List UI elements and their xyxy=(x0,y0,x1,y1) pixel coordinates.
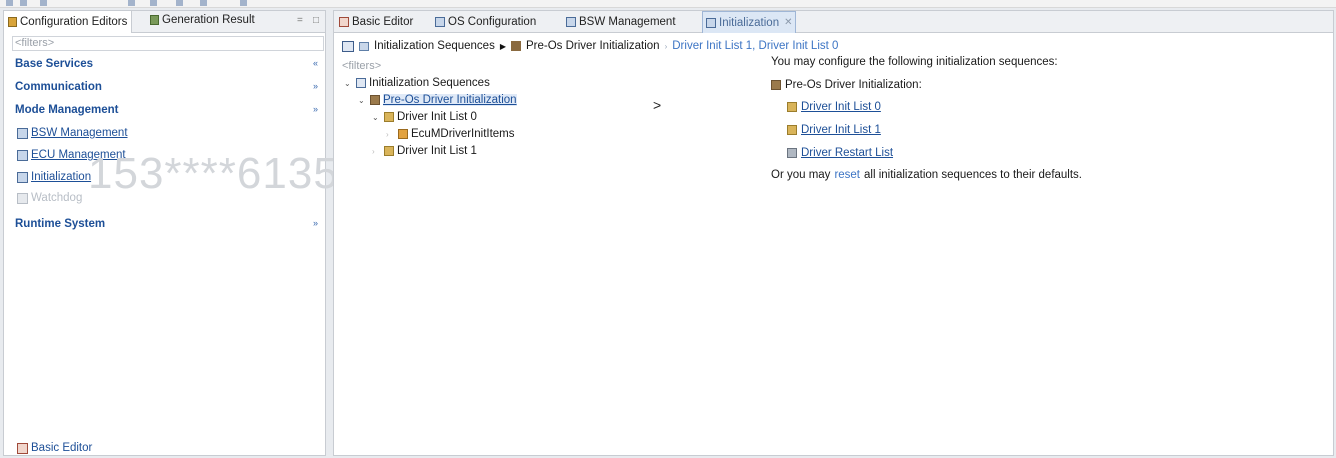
breadcrumb-section[interactable]: Pre-Os Driver Initialization xyxy=(526,40,660,52)
details-section-title: Pre-Os Driver Initialization: xyxy=(771,79,922,91)
driver-list-icon xyxy=(787,102,797,112)
nav-bsw-management[interactable]: BSW Management xyxy=(17,127,128,139)
category-base-services[interactable]: Base Services xyxy=(15,58,93,70)
ecu-management-icon xyxy=(17,149,28,161)
tree-node-pre-os-driver-initialization[interactable]: ⌄ Pre-Os Driver Initialization xyxy=(358,94,517,106)
driver-list-icon xyxy=(787,125,797,135)
bsw-management-icon xyxy=(566,17,576,27)
toolbar-icon[interactable] xyxy=(150,0,157,6)
toolbar-icon[interactable] xyxy=(128,0,135,6)
folder-icon xyxy=(359,41,369,51)
mouse-cursor-icon: > xyxy=(653,97,662,113)
pre-os-icon xyxy=(771,80,781,90)
expand-icon[interactable]: » xyxy=(313,218,318,228)
category-runtime-system[interactable]: Runtime System xyxy=(15,218,105,230)
toolbar-icon[interactable] xyxy=(20,0,27,6)
watchdog-icon xyxy=(17,192,28,204)
left-filter-input[interactable]: <filters> xyxy=(12,36,324,51)
tree-node-initialization-sequences[interactable]: ⌄ Initialization Sequences xyxy=(344,77,490,89)
toolbar-icon[interactable] xyxy=(6,0,13,6)
tab-generation-result[interactable]: Generation Result xyxy=(150,14,255,26)
toolbar-icon[interactable] xyxy=(200,0,207,6)
os-configuration-icon xyxy=(435,17,445,27)
collapse-icon[interactable]: « xyxy=(313,58,318,68)
initialization-icon xyxy=(706,17,716,28)
minimize-icon[interactable]: = xyxy=(297,15,303,26)
toolbar-icon[interactable] xyxy=(176,0,183,6)
reset-link[interactable]: reset xyxy=(834,169,860,181)
chevron-right-icon[interactable]: › xyxy=(372,147,381,156)
editor-area: Basic Editor OS Configuration BSW Manage… xyxy=(333,10,1334,456)
breadcrumb: Initialization Sequences ▶ Pre-Os Driver… xyxy=(342,40,838,52)
restart-list-icon xyxy=(787,148,797,158)
driver-list-icon xyxy=(384,112,394,122)
expand-icon[interactable]: » xyxy=(313,81,318,91)
editor-tabs: Basic Editor OS Configuration BSW Manage… xyxy=(334,11,1333,33)
tab-initialization[interactable]: Initialization ✕ xyxy=(702,11,797,33)
basic-editor-link[interactable]: Basic Editor xyxy=(17,442,92,454)
config-editors-icon xyxy=(8,17,17,27)
category-communication[interactable]: Communication xyxy=(15,81,102,93)
pre-os-icon xyxy=(370,95,380,105)
details-link-driver-init-list-1[interactable]: Driver Init List 1 xyxy=(787,124,881,136)
chevron-right-icon: › xyxy=(664,41,668,51)
expand-icon[interactable]: » xyxy=(313,104,318,114)
tab-bsw-management[interactable]: BSW Management xyxy=(563,11,679,33)
basic-editor-icon xyxy=(339,17,349,27)
breadcrumb-links[interactable]: Driver Init List 1, Driver Init List 0 xyxy=(672,40,838,52)
details-link-driver-restart-list[interactable]: Driver Restart List xyxy=(787,147,893,159)
tree-node-driver-init-list-0[interactable]: ⌄ Driver Init List 0 xyxy=(372,111,477,123)
left-panel-tabs: Configuration Editors Generation Result … xyxy=(4,11,325,33)
tree-node-ecum-driver-init-items[interactable]: › EcuMDriverInitItems xyxy=(386,128,515,140)
chevron-down-icon[interactable]: ⌄ xyxy=(344,79,353,88)
top-toolbar xyxy=(0,0,1336,8)
details-link-driver-init-list-0[interactable]: Driver Init List 0 xyxy=(787,101,881,113)
chevron-down-icon[interactable]: ⌄ xyxy=(372,113,381,122)
init-item-icon xyxy=(398,129,408,139)
tab-os-configuration[interactable]: OS Configuration xyxy=(432,11,539,33)
nav-watchdog: Watchdog xyxy=(17,192,82,204)
chevron-down-icon[interactable]: ⌄ xyxy=(358,96,367,105)
tab-basic-editor[interactable]: Basic Editor xyxy=(336,11,416,33)
maximize-icon[interactable]: □ xyxy=(313,15,319,26)
details-reset-line: Or you may reset all initialization sequ… xyxy=(771,169,1083,181)
configuration-editors-panel: Configuration Editors Generation Result … xyxy=(3,10,338,456)
generation-result-icon xyxy=(150,15,159,25)
close-icon[interactable]: ✕ xyxy=(784,17,792,28)
chevron-right-icon: ▶ xyxy=(499,41,506,51)
tree-node-driver-init-list-1[interactable]: › Driver Init List 1 xyxy=(372,145,477,157)
folder-icon xyxy=(356,78,366,88)
chevron-right-icon[interactable]: › xyxy=(386,130,395,139)
watermark: 153****6135 xyxy=(88,149,339,198)
breadcrumb-root[interactable]: Initialization Sequences xyxy=(374,40,495,52)
details-intro: You may configure the following initiali… xyxy=(771,56,1058,68)
editor-filter-input[interactable]: <filters> xyxy=(342,60,760,73)
toolbar-icon[interactable] xyxy=(240,0,247,6)
basic-editor-icon xyxy=(17,442,28,454)
initialization-icon xyxy=(17,171,28,183)
bsw-management-icon xyxy=(17,127,28,139)
driver-list-icon xyxy=(384,146,394,156)
tab-configuration-editors[interactable]: Configuration Editors xyxy=(4,11,133,33)
nav-initialization[interactable]: Initialization xyxy=(17,171,91,183)
category-mode-management[interactable]: Mode Management xyxy=(15,104,119,116)
pre-os-icon xyxy=(511,41,521,51)
editor-view-icon[interactable] xyxy=(342,40,354,52)
toolbar-icon[interactable] xyxy=(40,0,47,6)
